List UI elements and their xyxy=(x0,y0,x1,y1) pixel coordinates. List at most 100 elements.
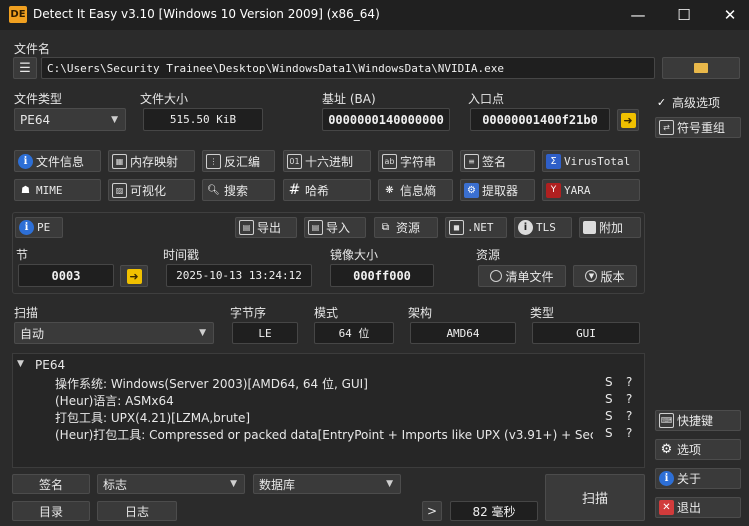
advanced-options-checkbox[interactable]: ✓ 高级选项 xyxy=(655,94,720,111)
result-info-flag[interactable]: ? xyxy=(626,392,632,406)
circle-icon xyxy=(490,270,503,282)
hex-button[interactable]: 01 十六进制 xyxy=(283,150,371,172)
visualization-button[interactable]: ▨ 可视化 xyxy=(108,179,195,201)
result-info-flag[interactable]: ? xyxy=(626,375,632,389)
signatures-label: 签名 xyxy=(482,154,507,169)
resources-icon: ⧉ xyxy=(381,222,390,233)
log-button[interactable]: 日志 xyxy=(97,501,177,521)
result-row[interactable]: 打包工具: UPX(4.21)[LZMA,brute] xyxy=(55,409,250,426)
disassembly-label: 反汇编 xyxy=(224,154,261,169)
file-type-select[interactable]: PE64 ▼ xyxy=(14,108,126,131)
resources-label: 资源 xyxy=(396,221,421,235)
info-icon: i xyxy=(18,153,33,169)
next-button[interactable]: > xyxy=(422,501,442,521)
exit-button[interactable]: ✕ 退出 xyxy=(655,497,741,518)
directory-button[interactable]: 目录 xyxy=(12,501,90,521)
timestamp-label: 时间戳 xyxy=(163,248,200,262)
sections-field[interactable]: 0003 xyxy=(18,264,114,287)
mode-field: 64 位 xyxy=(314,322,394,344)
extractor-label: 提取器 xyxy=(482,183,519,198)
scan-button[interactable]: 扫描 xyxy=(545,474,645,521)
file-menu-button[interactable]: ☰ xyxy=(13,57,37,79)
result-row[interactable]: (Heur)语言: ASMx64 xyxy=(55,392,174,409)
version-button[interactable]: ▼ 版本 xyxy=(573,265,637,287)
mime-button[interactable]: ☗ MIME xyxy=(14,179,101,201)
goto-entry-button[interactable]: ➜ xyxy=(617,109,639,131)
minimize-button[interactable]: — xyxy=(615,0,661,30)
endianness-field: LE xyxy=(232,322,298,344)
import-button[interactable]: ▤ 导入 xyxy=(304,217,366,238)
search-button[interactable]: 🔍︎ 搜索 xyxy=(202,179,275,201)
visualization-label: 可视化 xyxy=(130,183,167,198)
entropy-button[interactable]: ❋ 信息熵 xyxy=(378,179,453,201)
export-icon: ▤ xyxy=(239,220,254,235)
memory-map-icon: ▦ xyxy=(112,153,127,169)
info-icon: i xyxy=(19,220,34,235)
hash-button[interactable]: # 哈希 xyxy=(283,179,371,201)
result-info-flag[interactable]: ? xyxy=(626,426,632,440)
tree-root[interactable]: PE64 xyxy=(35,358,65,372)
result-signature-flag[interactable]: S xyxy=(605,409,613,423)
disassembly-icon: ⋮ xyxy=(206,153,221,169)
scan-mode-value: 自动 xyxy=(20,326,45,341)
import-icon: ▤ xyxy=(308,220,323,235)
hex-label: 十六进制 xyxy=(305,154,354,169)
result-row[interactable]: 操作系统: Windows(Server 2003)[AMD64, 64 位, … xyxy=(55,375,368,392)
memory-map-button[interactable]: ▦ 内存映射 xyxy=(108,150,195,172)
architecture-label: 架构 xyxy=(408,306,433,320)
about-button[interactable]: i 关于 xyxy=(655,468,741,489)
overlay-icon xyxy=(583,221,596,234)
close-button[interactable]: ✕ xyxy=(707,0,749,30)
entry-point-field[interactable]: 00000001400f21b0 xyxy=(470,108,610,131)
database-select[interactable]: 数据库 ▼ xyxy=(253,474,401,494)
tree-expand-icon[interactable]: ▼ xyxy=(17,359,24,369)
virustotal-button[interactable]: Σ VirusTotal xyxy=(542,150,640,172)
file-name-label: 文件名 xyxy=(14,42,51,56)
image-icon: ▨ xyxy=(112,182,127,198)
type-field: GUI xyxy=(532,322,640,344)
shortcuts-button[interactable]: ⌨ 快捷键 xyxy=(655,410,741,431)
options-button[interactable]: ⚙ 选项 xyxy=(655,439,741,460)
pe-label: PE xyxy=(37,221,51,234)
chevron-down-circle-icon: ▼ xyxy=(585,270,598,282)
result-signature-flag[interactable]: S xyxy=(605,375,613,389)
extractor-button[interactable]: ⚙ 提取器 xyxy=(460,179,535,201)
gear-icon: ⚙ xyxy=(660,442,673,457)
maximize-button[interactable]: ☐ xyxy=(661,0,707,30)
pe-button[interactable]: i PE xyxy=(15,217,63,238)
architecture-field: AMD64 xyxy=(410,322,516,344)
export-button[interactable]: ▤ 导出 xyxy=(235,217,297,238)
file-info-button[interactable]: i 文件信息 xyxy=(14,150,101,172)
manifest-button[interactable]: 清单文件 xyxy=(478,265,566,287)
results-tree[interactable]: ▼ PE64 操作系统: Windows(Server 2003)[AMD64,… xyxy=(12,353,645,468)
scan-mode-select[interactable]: 自动 ▼ xyxy=(14,322,214,344)
flags-select[interactable]: 标志 ▼ xyxy=(97,474,245,494)
result-signature-flag[interactable]: S xyxy=(605,392,613,406)
window-title: Detect It Easy v3.10 [Windows 10 Version… xyxy=(33,7,380,21)
result-row[interactable]: (Heur)打包工具: Compressed or packed data[En… xyxy=(55,426,593,443)
open-file-button[interactable] xyxy=(662,57,740,79)
disassembly-button[interactable]: ⋮ 反汇编 xyxy=(202,150,275,172)
advanced-options-label: 高级选项 xyxy=(672,96,721,110)
sections-goto-button[interactable]: ➜ xyxy=(120,265,148,287)
virustotal-label: VirusTotal xyxy=(564,154,631,168)
signatures-bottom-button[interactable]: 签名 xyxy=(12,474,90,494)
folder-icon xyxy=(694,63,708,73)
result-info-flag[interactable]: ? xyxy=(626,409,632,423)
symbol-regroup-button[interactable]: ⇄ 符号重组 xyxy=(655,117,741,138)
sections-label: 节 xyxy=(16,248,29,262)
yara-button[interactable]: Y YARA xyxy=(542,179,640,201)
strings-button[interactable]: ab 字符串 xyxy=(378,150,453,172)
tls-button[interactable]: i TLS xyxy=(514,217,572,238)
result-signature-flag[interactable]: S xyxy=(605,426,613,440)
signatures-button[interactable]: ≡ 签名 xyxy=(460,150,535,172)
file-path-field[interactable]: C:\Users\Security Trainee\Desktop\Window… xyxy=(41,57,655,79)
type-label: 类型 xyxy=(530,306,555,320)
resources-button[interactable]: ⧉ 资源 xyxy=(374,217,438,238)
base-address-field[interactable]: 0000000140000000 xyxy=(322,108,450,131)
net-button[interactable]: ◼ .NET xyxy=(445,217,507,238)
regroup-icon: ⇄ xyxy=(659,120,674,135)
overlay-button[interactable]: 附加 xyxy=(579,217,641,238)
net-icon: ◼ xyxy=(449,220,464,235)
hex-icon: 01 xyxy=(287,153,302,169)
